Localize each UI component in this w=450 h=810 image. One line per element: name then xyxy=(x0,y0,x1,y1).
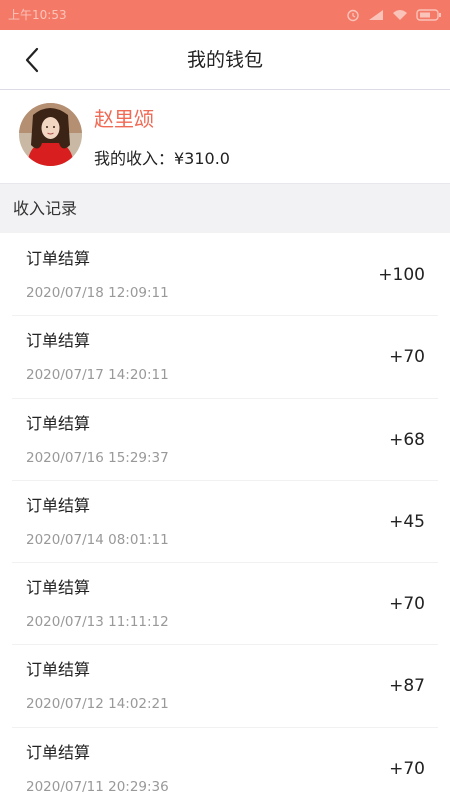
status-icons xyxy=(346,6,442,24)
record-row[interactable]: 订单结算 2020/07/14 08:01:11 +45 xyxy=(0,480,450,564)
signal-icon xyxy=(369,10,383,20)
record-row[interactable]: 订单结算 2020/07/16 15:29:37 +68 xyxy=(0,398,450,481)
nav-bar: 我的钱包 xyxy=(0,30,450,90)
record-row[interactable]: 订单结算 2020/07/13 11:11:12 +70 xyxy=(0,563,450,646)
chevron-left-icon xyxy=(25,47,39,73)
record-title: 订单结算 xyxy=(26,495,91,515)
record-amount: +87 xyxy=(389,676,425,697)
record-amount: +70 xyxy=(389,758,425,779)
record-time: 2020/07/14 08:01:11 xyxy=(26,531,169,548)
user-avatar-image xyxy=(19,103,82,166)
record-title: 订单结算 xyxy=(26,578,91,598)
record-title: 订单结算 xyxy=(26,413,91,433)
status-time: 上午10:53 xyxy=(8,8,67,22)
alarm-icon xyxy=(347,9,359,22)
record-row[interactable]: 订单结算 2020/07/18 12:09:11 +100 xyxy=(0,234,450,317)
income-total: 我的收入：¥310.0 xyxy=(94,149,230,168)
record-time: 2020/07/16 15:29:37 xyxy=(26,449,169,466)
record-time: 2020/07/17 14:20:11 xyxy=(26,367,169,384)
record-time: 2020/07/11 20:29:36 xyxy=(26,778,169,795)
back-button[interactable] xyxy=(14,42,50,78)
record-time: 2020/07/13 11:11:12 xyxy=(26,614,169,631)
record-amount: +70 xyxy=(389,594,425,615)
record-amount: +68 xyxy=(389,429,425,450)
status-bar: 上午10:53 xyxy=(0,0,450,30)
section-title: 收入记录 xyxy=(13,199,78,218)
record-amount: +70 xyxy=(389,347,425,368)
battery-icon xyxy=(416,9,441,21)
record-amount: +45 xyxy=(389,511,425,532)
record-time: 2020/07/18 12:09:11 xyxy=(26,285,169,301)
section-header-income-records: 收入记录 xyxy=(0,183,450,233)
income-record-list: 订单结算 2020/07/18 12:09:11 +100 订单结算 2020/… xyxy=(0,234,450,810)
record-title: 订单结算 xyxy=(26,660,91,680)
record-title: 订单结算 xyxy=(26,742,91,762)
avatar[interactable] xyxy=(19,103,82,166)
page-title: 我的钱包 xyxy=(186,49,263,71)
record-row[interactable]: 订单结算 2020/07/12 14:02:21 +87 xyxy=(0,645,450,728)
profile-card: 赵里颂 我的收入：¥310.0 xyxy=(0,90,450,182)
record-time: 2020/07/12 14:02:21 xyxy=(26,696,169,713)
record-title: 订单结算 xyxy=(26,249,91,268)
record-row[interactable]: 订单结算 2020/07/11 20:29:36 +70 xyxy=(0,727,450,810)
record-title: 订单结算 xyxy=(26,331,91,351)
record-amount: +100 xyxy=(378,265,425,285)
user-name: 赵里颂 xyxy=(94,107,154,131)
wifi-icon xyxy=(393,10,407,20)
record-row[interactable]: 订单结算 2020/07/17 14:20:11 +70 xyxy=(0,316,450,399)
